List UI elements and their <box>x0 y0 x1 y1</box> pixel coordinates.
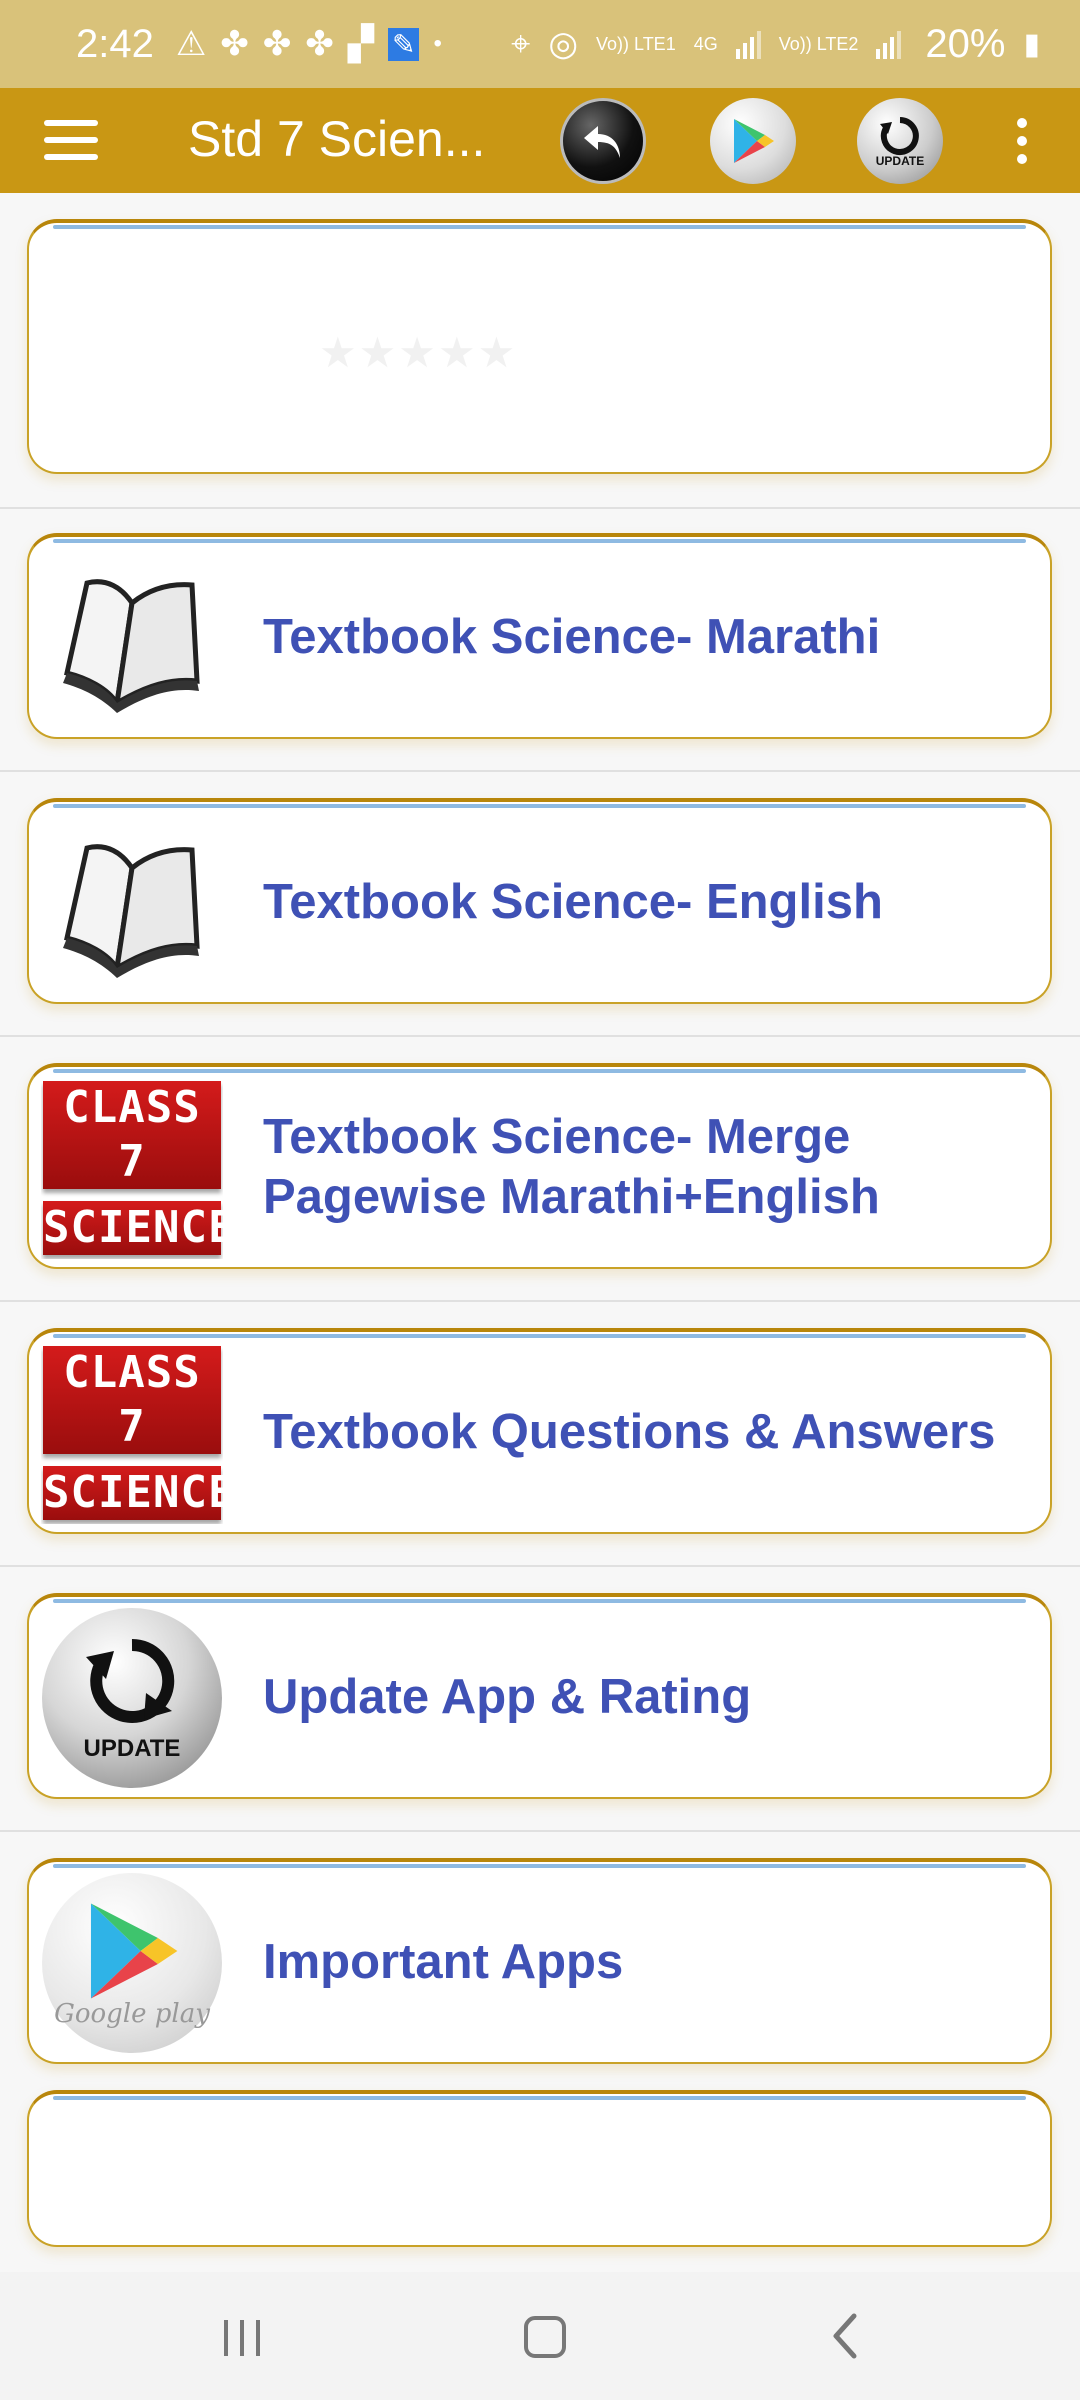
class7-text: CLASS 7 <box>43 1346 221 1454</box>
system-navigation-bar <box>0 2272 1080 2400</box>
signal-sim1-icon <box>735 29 761 59</box>
broom-icon: ▞ <box>347 25 374 63</box>
app-notification-icon: ✤ <box>305 25 334 63</box>
app-bar: Std 7 Scien... UPDATE <box>0 88 1080 193</box>
class7-text: CLASS 7 <box>43 1081 221 1189</box>
status-time: 2:42 <box>76 21 154 66</box>
list-item-label: Textbook Science- Marathi <box>263 610 881 664</box>
google-play-icon: Google play <box>41 1872 223 2054</box>
list-item-label: Textbook Questions & Answers <box>263 1405 996 1459</box>
home-icon <box>524 2316 566 2358</box>
class7-science-icon: CLASS 7 SCIENCE <box>41 1077 223 1259</box>
open-book-icon <box>41 547 223 729</box>
bottom-banner-card[interactable] <box>27 2090 1052 2247</box>
status-bar: 2:42 ⚠ ✤ ✤ ✤ ▞ ✎ • ⌖ ◎ Vo)) LTE1 4G Vo))… <box>0 0 1080 88</box>
app-notification-icon: ✤ <box>220 25 249 63</box>
system-icons: ⌖ ◎ Vo)) LTE1 4G Vo)) LTE2 20% ▮ <box>511 22 1040 67</box>
banner-card[interactable]: ★★★★★ <box>27 219 1052 474</box>
science-text: SCIENCE <box>43 1201 223 1255</box>
open-book-icon <box>41 812 223 994</box>
battery-charging-icon: ▮ <box>1023 27 1040 61</box>
list-item-label: Textbook Science- English <box>263 875 883 929</box>
cleaner-app-icon: ✎ <box>388 27 420 61</box>
update-button-label: UPDATE <box>875 154 925 168</box>
science-text: SCIENCE <box>43 1466 223 1520</box>
update-logo-icon: UPDATE <box>41 1607 223 1789</box>
list-item-label: Textbook Science- Merge Pagewise Marathi… <box>263 1110 880 1224</box>
network-label-sim2: Vo)) LTE2 <box>778 34 859 54</box>
list-item-textbook-marathi[interactable]: Textbook Science- Marathi <box>27 533 1052 739</box>
google-play-button[interactable] <box>710 98 796 184</box>
battery-percent: 20% <box>925 21 1006 66</box>
hotspot-icon: ◎ <box>548 25 578 63</box>
divider <box>0 1830 1080 1832</box>
update-button[interactable]: UPDATE <box>857 98 943 184</box>
list-item-textbook-merge[interactable]: CLASS 7 SCIENCE Textbook Science- Merge … <box>27 1063 1052 1269</box>
warning-icon: ⚠ <box>175 25 207 63</box>
refresh-icon <box>86 1638 175 1723</box>
recent-apps-button[interactable] <box>182 2298 302 2374</box>
update-logo-text: UPDATE <box>83 1735 181 1762</box>
network-label-4g: 4G <box>693 34 718 54</box>
hamburger-menu-icon[interactable] <box>44 120 98 160</box>
class7-science-icon: CLASS 7 SCIENCE <box>41 1342 223 1524</box>
list-item-important-apps[interactable]: Google play Important Apps <box>27 1858 1052 2064</box>
page-title: Std 7 Scien... <box>188 111 486 167</box>
divider <box>0 1300 1080 1302</box>
divider <box>0 1565 1080 1567</box>
notification-icons: ⚠ ✤ ✤ ✤ ▞ ✎ • <box>176 24 442 64</box>
list-item-questions-answers[interactable]: CLASS 7 SCIENCE Textbook Questions & Ans… <box>27 1328 1052 1534</box>
network-label-sim1: Vo)) LTE1 <box>596 34 676 54</box>
signal-sim2-icon <box>876 29 902 59</box>
play-triangle-icon <box>90 1903 178 1999</box>
home-button[interactable] <box>484 2298 604 2374</box>
chevron-left-icon <box>833 2313 857 2359</box>
divider <box>0 1035 1080 1037</box>
google-play-icon <box>734 119 774 163</box>
divider <box>0 507 1080 509</box>
list-item-label: Update App & Rating <box>263 1670 752 1724</box>
back-nav-button[interactable] <box>786 2298 906 2374</box>
rating-stars-icon: ★★★★★ <box>319 329 518 376</box>
more-notifications-dot-icon: • <box>433 30 442 57</box>
google-play-text: Google play <box>54 1999 210 2029</box>
overflow-menu-icon[interactable] <box>1015 118 1029 166</box>
app-notification-icon: ✤ <box>262 25 292 63</box>
list-item-textbook-english[interactable]: Textbook Science- English <box>27 798 1052 1004</box>
location-icon: ⌖ <box>511 24 531 63</box>
undo-arrow-icon <box>584 126 620 158</box>
refresh-icon <box>880 117 919 155</box>
back-button[interactable] <box>560 98 646 184</box>
list-item-update-rating[interactable]: UPDATE Update App & Rating <box>27 1593 1052 1799</box>
divider <box>0 770 1080 772</box>
list-item-label: Important Apps <box>263 1935 624 1989</box>
